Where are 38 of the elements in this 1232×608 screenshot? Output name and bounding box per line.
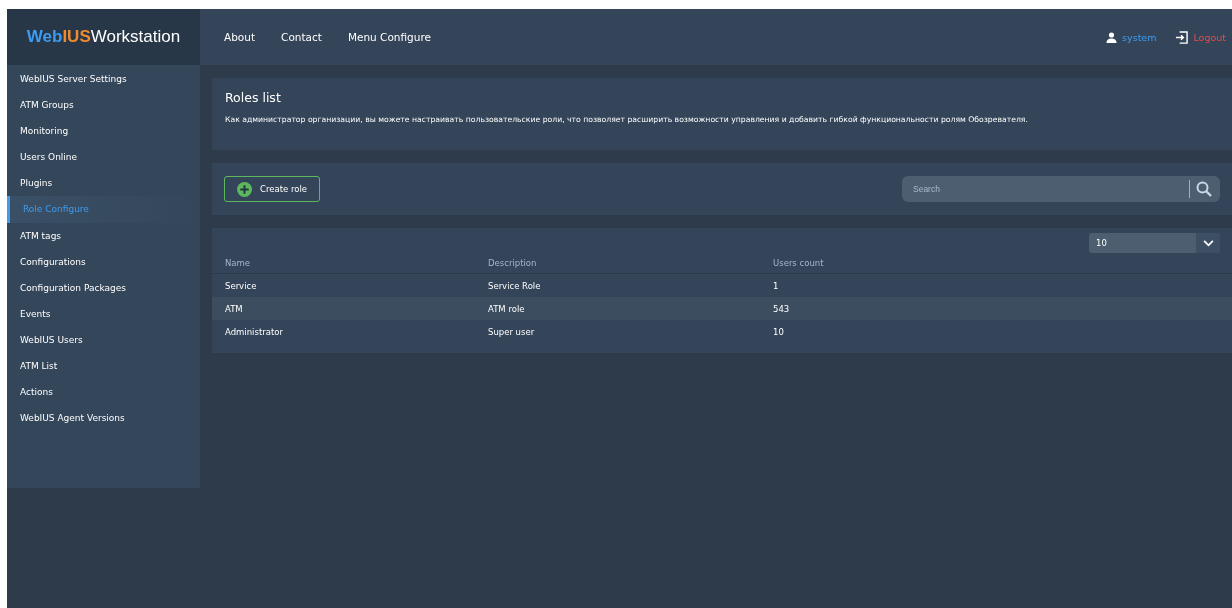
sidebar-item[interactable]: WebIUS Agent Versions xyxy=(7,405,200,432)
column-header: Name xyxy=(212,253,475,274)
sidebar-item[interactable]: ATM List xyxy=(7,353,200,380)
chevron-down-icon xyxy=(1202,239,1214,247)
sidebar-item[interactable]: ATM tags xyxy=(7,222,200,249)
nav-link[interactable]: Contact xyxy=(281,31,322,43)
table-cell: 1 xyxy=(760,273,953,297)
sidebar-item[interactable]: Actions xyxy=(7,379,200,406)
logout-icon[interactable] xyxy=(1175,30,1189,44)
search-icon[interactable] xyxy=(1196,181,1212,197)
table-cell: Super user xyxy=(475,320,760,343)
page-size-select[interactable]: 10 xyxy=(1089,233,1220,253)
plus-icon xyxy=(237,181,252,197)
nav-link[interactable]: Menu Configure xyxy=(347,31,431,43)
sidebar-item[interactable]: ATM Groups xyxy=(7,92,200,119)
nav-link[interactable]: About xyxy=(224,31,256,43)
search-field[interactable]: Search xyxy=(902,176,1220,202)
table-cell: Service xyxy=(212,273,475,297)
table-cell: 10 xyxy=(760,320,953,343)
sidebar-item[interactable]: Configuration Packages xyxy=(7,274,200,301)
column-header: Users count xyxy=(760,253,953,274)
table-cell: Service Role xyxy=(475,273,760,297)
table-cell: ATM xyxy=(212,297,475,320)
sidebar-item[interactable]: Monitoring xyxy=(7,118,200,145)
sidebar-item[interactable]: WebIUS Users xyxy=(7,326,200,354)
table-cell: 543 xyxy=(760,297,953,320)
sidebar-item[interactable]: WebIUS Server Settings xyxy=(7,66,200,93)
user-icon xyxy=(1106,31,1118,43)
sidebar-item[interactable]: Events xyxy=(7,300,200,327)
table-cell: Administrator xyxy=(212,320,475,343)
page-title: Roles list xyxy=(225,90,282,105)
sidebar-item[interactable]: Configurations xyxy=(7,248,200,275)
table-cell: ATM role xyxy=(475,297,760,320)
app-logo: WebIUSWorkstation xyxy=(7,9,200,65)
column-header: Description xyxy=(475,253,760,274)
sidebar-item[interactable]: Users Online xyxy=(7,144,200,171)
sidebar-item[interactable]: Plugins xyxy=(7,170,200,197)
create-role-button[interactable]: Create role xyxy=(224,176,321,202)
